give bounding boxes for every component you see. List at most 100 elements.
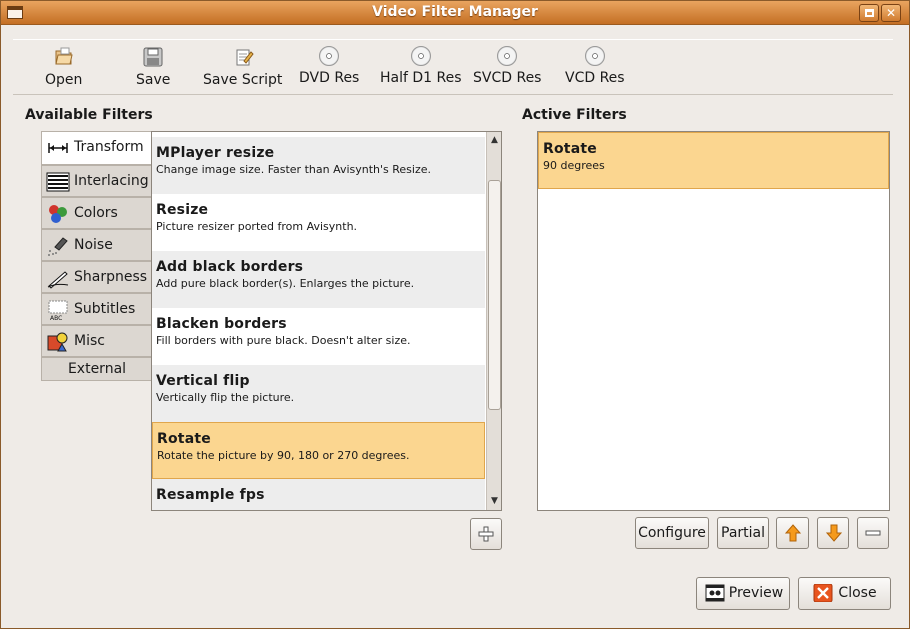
- tab-misc[interactable]: Misc: [41, 325, 152, 357]
- add-filter-button[interactable]: [470, 518, 502, 550]
- colors-icon: [49, 205, 67, 223]
- half-d1-res-label: Half D1 Res: [380, 70, 462, 86]
- interlacing-icon: [46, 172, 70, 192]
- open-label: Open: [45, 72, 83, 88]
- available-filters-list[interactable]: MPlayer resize Change image size. Faster…: [151, 131, 502, 511]
- tab-colors[interactable]: Colors: [41, 197, 152, 229]
- plus-icon: [478, 526, 494, 542]
- svcd-res-label: SVCD Res: [473, 70, 542, 86]
- filter-description: Rotate the picture by 90, 180 or 270 deg…: [157, 449, 410, 462]
- close-window-button[interactable]: ✕: [881, 4, 901, 22]
- available-filters-title: Available Filters: [25, 107, 153, 123]
- svcd-res-button[interactable]: SVCD Res: [473, 46, 541, 86]
- tab-interlacing-label: Interlacing: [74, 173, 149, 189]
- scroll-up-arrow-icon[interactable]: ▲: [488, 133, 501, 147]
- tab-transform-label: Transform: [74, 139, 144, 155]
- maximize-button[interactable]: [859, 4, 879, 22]
- preview-button[interactable]: Preview: [696, 577, 790, 610]
- tab-noise-label: Noise: [74, 237, 113, 253]
- disc-icon: [319, 46, 340, 66]
- remove-filter-button[interactable]: [857, 517, 889, 549]
- disc-icon: [584, 46, 605, 66]
- partial-label: Partial: [721, 525, 765, 541]
- close-icon: [813, 584, 833, 602]
- tab-sharpness-label: Sharpness: [74, 269, 148, 285]
- tab-transform[interactable]: Transform: [41, 131, 152, 165]
- active-filters-title: Active Filters: [522, 107, 627, 123]
- filter-name: Rotate: [543, 141, 597, 157]
- filter-description: Vertically flip the picture.: [156, 391, 295, 404]
- disc-icon: [410, 46, 431, 66]
- save-script-label: Save Script: [203, 72, 283, 88]
- filter-item[interactable]: Vertical flip Vertically flip the pictur…: [152, 365, 485, 422]
- maximize-icon: [864, 9, 874, 17]
- tab-colors-label: Colors: [74, 205, 118, 221]
- filter-description: Add pure black border(s). Enlarges the p…: [156, 277, 415, 290]
- filter-name: Resample fps: [156, 487, 265, 503]
- filter-name: Blacken borders: [156, 316, 287, 332]
- tab-interlacing[interactable]: Interlacing: [41, 165, 152, 197]
- filter-name: Add black borders: [156, 259, 304, 275]
- preview-icon: [705, 584, 725, 602]
- filter-item[interactable]: Add black borders Add pure black border(…: [152, 251, 485, 308]
- active-filters-list[interactable]: Rotate 90 degrees: [537, 131, 890, 511]
- arrow-up-icon: [784, 524, 802, 542]
- disc-icon: [497, 46, 518, 66]
- filter-item[interactable]: Resize Picture resizer ported from Avisy…: [152, 194, 485, 251]
- tab-misc-label: Misc: [74, 333, 105, 349]
- arrow-down-icon: [825, 524, 843, 542]
- dvd-res-label: DVD Res: [299, 70, 360, 86]
- subtitles-icon: ABC: [48, 300, 68, 321]
- video-filter-manager-window: Video Filter Manager ✕ Open Save Save Sc…: [0, 0, 910, 629]
- filter-name: Rotate: [157, 431, 211, 447]
- filter-description: Fill borders with pure black. Doesn't al…: [156, 334, 411, 347]
- dvd-res-button[interactable]: DVD Res: [299, 46, 359, 86]
- tab-subtitles[interactable]: ABC Subtitles: [41, 293, 152, 325]
- filter-name: Vertical flip: [156, 373, 250, 389]
- svg-text:ABC: ABC: [50, 315, 62, 321]
- half-d1-res-button[interactable]: Half D1 Res: [380, 46, 462, 86]
- active-filter-item[interactable]: Rotate 90 degrees: [538, 132, 889, 189]
- vcd-res-label: VCD Res: [565, 70, 625, 86]
- save-script-button[interactable]: Save Script: [203, 46, 282, 88]
- noise-icon: [48, 237, 68, 256]
- misc-icon: [47, 332, 68, 352]
- filter-name: Resize: [156, 202, 209, 218]
- sharpness-icon: [47, 271, 69, 289]
- tab-subtitles-label: Subtitles: [74, 301, 136, 317]
- filter-item[interactable]: MPlayer resize Change image size. Faster…: [152, 137, 485, 194]
- configure-label: Configure: [638, 525, 706, 541]
- toolbar: Open Save Save Script DVD Res Half D1 Re…: [13, 39, 893, 95]
- open-button[interactable]: Open: [45, 46, 82, 88]
- scroll-down-arrow-icon[interactable]: ▼: [488, 494, 501, 508]
- tab-external-label: External: [67, 361, 127, 377]
- filter-list-scrollbar[interactable]: ▲ ▼: [486, 132, 501, 510]
- category-tabs: Transform Interlacing Colors Noise Sharp…: [41, 131, 152, 381]
- folder-open-icon: [55, 47, 73, 65]
- save-button[interactable]: Save: [136, 46, 170, 88]
- filter-item-selected[interactable]: Rotate Rotate the picture by 90, 180 or …: [152, 422, 485, 479]
- partial-button[interactable]: Partial: [717, 517, 769, 549]
- filter-item[interactable]: Resample fps: [152, 479, 485, 510]
- save-label: Save: [136, 72, 171, 88]
- vcd-res-button[interactable]: VCD Res: [565, 46, 625, 86]
- script-icon: [236, 49, 254, 66]
- filter-name: MPlayer resize: [156, 145, 275, 161]
- filter-item[interactable]: Blacken borders Fill borders with pure b…: [152, 308, 485, 365]
- scroll-thumb[interactable]: [488, 180, 501, 410]
- configure-button[interactable]: Configure: [635, 517, 709, 549]
- preview-label: Preview: [728, 585, 784, 601]
- transform-icon: [48, 143, 68, 153]
- tab-sharpness[interactable]: Sharpness: [41, 261, 152, 293]
- filter-description: 90 degrees: [543, 159, 605, 172]
- move-up-button[interactable]: [776, 517, 809, 549]
- minus-icon: [865, 530, 881, 536]
- tab-external[interactable]: External: [41, 357, 152, 381]
- tab-noise[interactable]: Noise: [41, 229, 152, 261]
- window-title: Video Filter Manager: [372, 4, 538, 20]
- close-button[interactable]: Close: [798, 577, 891, 610]
- close-label: Close: [838, 585, 877, 601]
- title-bar[interactable]: Video Filter Manager ✕: [1, 1, 909, 25]
- move-down-button[interactable]: [817, 517, 849, 549]
- floppy-disk-icon: [143, 47, 163, 67]
